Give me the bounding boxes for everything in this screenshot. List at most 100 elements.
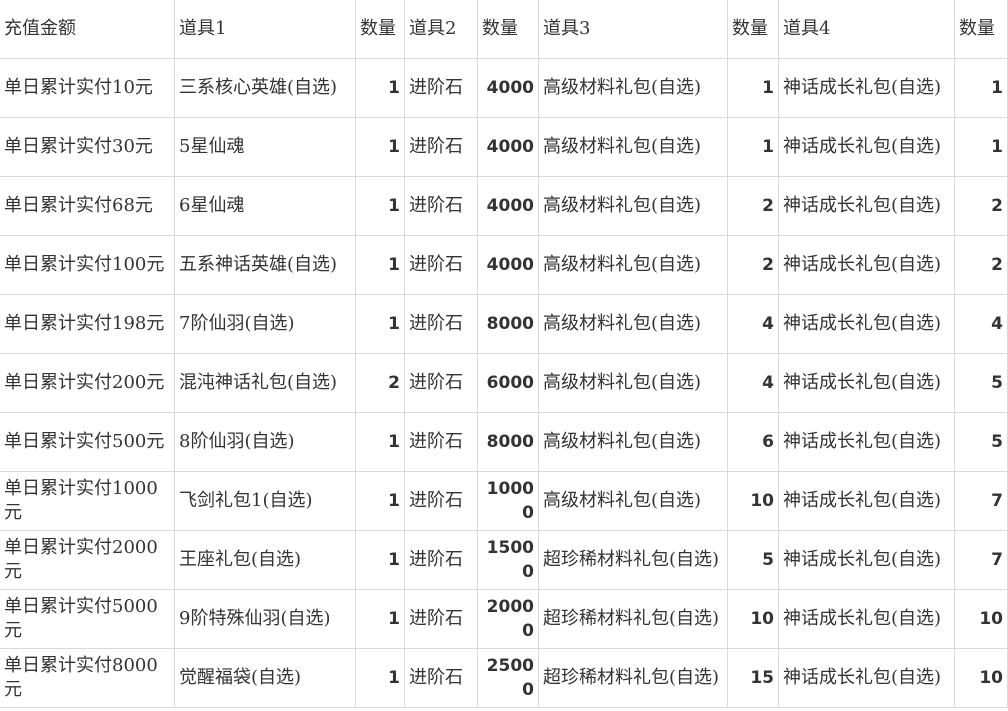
amount-cell: 单日累计实付30元	[0, 117, 175, 177]
amount-cell: 单日累计实付200元	[0, 353, 175, 413]
qty-cell: 1	[355, 58, 405, 118]
header-qty-1: 数量	[355, 0, 405, 59]
header-item-2: 道具2	[404, 0, 478, 59]
item-cell: 飞剑礼包1(自选)	[174, 471, 356, 531]
item-cell: 进阶石	[404, 530, 478, 590]
qty-cell: 2	[954, 235, 1008, 295]
qty-cell: 1	[355, 648, 405, 708]
item-cell: 进阶石	[404, 117, 478, 177]
qty-cell: 1	[954, 58, 1008, 118]
qty-cell: 5	[727, 530, 779, 590]
item-cell: 神话成长礼包(自选)	[778, 294, 955, 354]
item-cell: 进阶石	[404, 235, 478, 295]
qty-cell: 2	[727, 176, 779, 236]
item-cell: 神话成长礼包(自选)	[778, 353, 955, 413]
item-cell: 高级材料礼包(自选)	[538, 294, 728, 354]
item-cell: 王座礼包(自选)	[174, 530, 356, 590]
item-cell: 神话成长礼包(自选)	[778, 176, 955, 236]
qty-cell: 1	[355, 530, 405, 590]
item-cell: 神话成长礼包(自选)	[778, 471, 955, 531]
item-cell: 高级材料礼包(自选)	[538, 235, 728, 295]
qty-cell: 1	[954, 117, 1008, 177]
qty-cell: 10	[954, 648, 1008, 708]
item-cell: 高级材料礼包(自选)	[538, 58, 728, 118]
header-qty-4: 数量	[954, 0, 1008, 59]
qty-cell: 6000	[477, 353, 539, 413]
item-cell: 进阶石	[404, 176, 478, 236]
item-cell: 觉醒福袋(自选)	[174, 648, 356, 708]
item-cell: 超珍稀材料礼包(自选)	[538, 530, 728, 590]
qty-cell: 15	[727, 648, 779, 708]
item-cell: 进阶石	[404, 294, 478, 354]
table-row: 单日累计实付198元 7阶仙羽(自选) 1 进阶石 8000 高级材料礼包(自选…	[0, 294, 1008, 354]
item-cell: 神话成长礼包(自选)	[778, 648, 955, 708]
reward-table: 充值金额 道具1 数量 道具2 数量 道具3 数量 道具4 数量 单日累计实付1…	[0, 0, 1008, 708]
item-cell: 超珍稀材料礼包(自选)	[538, 648, 728, 708]
table-row: 单日累计实付2000元 王座礼包(自选) 1 进阶石 15000 超珍稀材料礼包…	[0, 530, 1008, 590]
amount-cell: 单日累计实付8000元	[0, 648, 175, 708]
table-row: 单日累计实付100元 五系神话英雄(自选) 1 进阶石 4000 高级材料礼包(…	[0, 235, 1008, 295]
qty-cell: 4	[954, 294, 1008, 354]
qty-cell: 2	[355, 353, 405, 413]
item-cell: 神话成长礼包(自选)	[778, 58, 955, 118]
table-row: 单日累计实付1000元 飞剑礼包1(自选) 1 进阶石 10000 高级材料礼包…	[0, 471, 1008, 531]
header-qty-3: 数量	[727, 0, 779, 59]
item-cell: 6星仙魂	[174, 176, 356, 236]
qty-cell: 8000	[477, 294, 539, 354]
amount-cell: 单日累计实付100元	[0, 235, 175, 295]
amount-cell: 单日累计实付198元	[0, 294, 175, 354]
item-cell: 神话成长礼包(自选)	[778, 589, 955, 649]
header-item-4: 道具4	[778, 0, 955, 59]
item-cell: 神话成长礼包(自选)	[778, 235, 955, 295]
table-row: 单日累计实付30元 5星仙魂 1 进阶石 4000 高级材料礼包(自选) 1 神…	[0, 117, 1008, 177]
qty-cell: 10	[954, 589, 1008, 649]
amount-cell: 单日累计实付10元	[0, 58, 175, 118]
item-cell: 进阶石	[404, 471, 478, 531]
qty-cell: 7	[954, 530, 1008, 590]
qty-cell: 1	[355, 117, 405, 177]
item-cell: 7阶仙羽(自选)	[174, 294, 356, 354]
item-cell: 高级材料礼包(自选)	[538, 117, 728, 177]
qty-cell: 2	[727, 235, 779, 295]
table-row: 单日累计实付10元 三系核心英雄(自选) 1 进阶石 4000 高级材料礼包(自…	[0, 58, 1008, 118]
item-cell: 8阶仙羽(自选)	[174, 412, 356, 472]
item-cell: 进阶石	[404, 353, 478, 413]
table-header-row: 充值金额 道具1 数量 道具2 数量 道具3 数量 道具4 数量	[0, 0, 1008, 59]
item-cell: 高级材料礼包(自选)	[538, 176, 728, 236]
header-item-1: 道具1	[174, 0, 356, 59]
item-cell: 神话成长礼包(自选)	[778, 412, 955, 472]
qty-cell: 10000	[477, 471, 539, 531]
table-row: 单日累计实付8000元 觉醒福袋(自选) 1 进阶石 25000 超珍稀材料礼包…	[0, 648, 1008, 708]
qty-cell: 25000	[477, 648, 539, 708]
header-item-3: 道具3	[538, 0, 728, 59]
qty-cell: 4000	[477, 58, 539, 118]
table-row: 单日累计实付500元 8阶仙羽(自选) 1 进阶石 8000 高级材料礼包(自选…	[0, 412, 1008, 472]
qty-cell: 4000	[477, 176, 539, 236]
item-cell: 进阶石	[404, 589, 478, 649]
item-cell: 高级材料礼包(自选)	[538, 353, 728, 413]
qty-cell: 1	[727, 117, 779, 177]
qty-cell: 1	[355, 589, 405, 649]
qty-cell: 5	[954, 353, 1008, 413]
item-cell: 神话成长礼包(自选)	[778, 530, 955, 590]
qty-cell: 4000	[477, 235, 539, 295]
amount-cell: 单日累计实付2000元	[0, 530, 175, 590]
qty-cell: 1	[727, 58, 779, 118]
amount-cell: 单日累计实付500元	[0, 412, 175, 472]
header-qty-2: 数量	[477, 0, 539, 59]
qty-cell: 1	[355, 176, 405, 236]
qty-cell: 1	[355, 412, 405, 472]
item-cell: 三系核心英雄(自选)	[174, 58, 356, 118]
amount-cell: 单日累计实付5000元	[0, 589, 175, 649]
qty-cell: 1	[355, 471, 405, 531]
qty-cell: 7	[954, 471, 1008, 531]
item-cell: 进阶石	[404, 412, 478, 472]
item-cell: 超珍稀材料礼包(自选)	[538, 589, 728, 649]
item-cell: 进阶石	[404, 58, 478, 118]
qty-cell: 8000	[477, 412, 539, 472]
item-cell: 5星仙魂	[174, 117, 356, 177]
header-amount: 充值金额	[0, 0, 175, 59]
qty-cell: 15000	[477, 530, 539, 590]
item-cell: 五系神话英雄(自选)	[174, 235, 356, 295]
item-cell: 混沌神话礼包(自选)	[174, 353, 356, 413]
